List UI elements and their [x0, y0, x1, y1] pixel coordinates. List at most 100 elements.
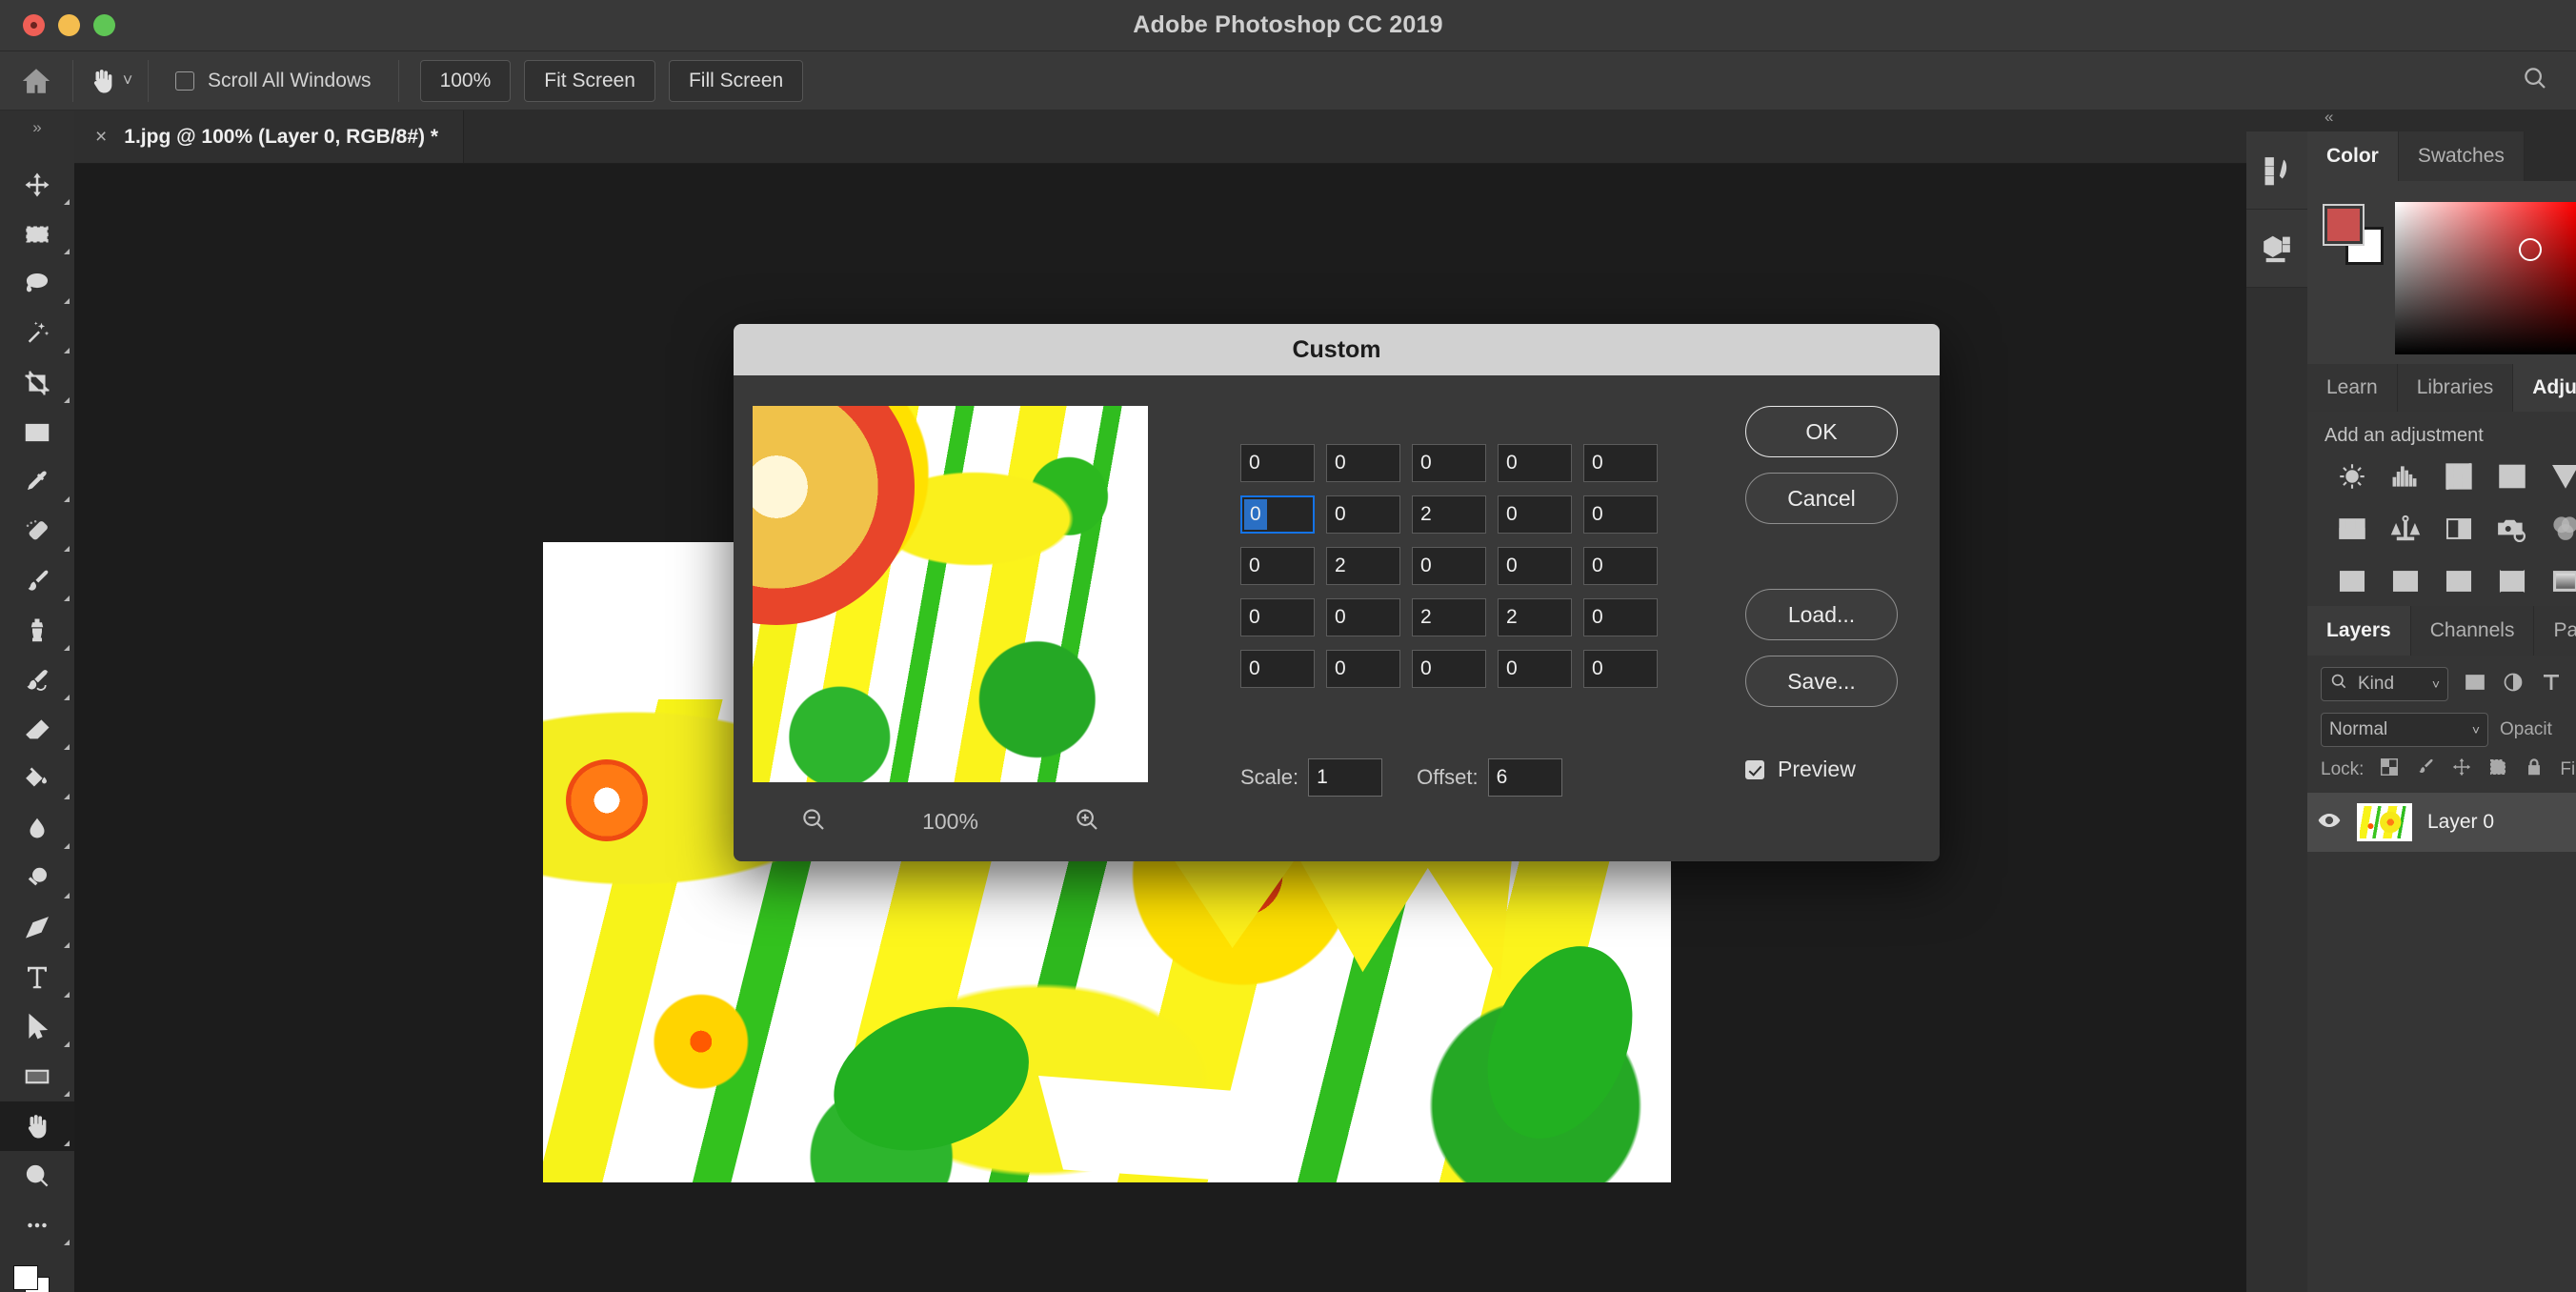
posterize-icon[interactable] — [2389, 565, 2422, 602]
custom-filter-dialog[interactable]: Custom 100% 0 0 0 0 0 0 0 2 0 0 0 2 0 0 … — [734, 324, 1940, 861]
load-button[interactable]: Load... — [1745, 589, 1898, 640]
zoom-in-icon[interactable] — [1073, 805, 1101, 838]
matrix-cell-4-1[interactable]: 0 — [1326, 650, 1400, 688]
photo-filter-icon[interactable] — [2496, 513, 2528, 550]
matrix-cell-1-3[interactable]: 0 — [1498, 495, 1572, 534]
matrix-cell-2-2[interactable]: 0 — [1412, 547, 1486, 585]
matrix-cell-2-3[interactable]: 0 — [1498, 547, 1572, 585]
tab-layers[interactable]: Layers — [2307, 606, 2411, 656]
invert-icon[interactable] — [2336, 565, 2368, 602]
layer-thumbnail[interactable] — [2357, 803, 2412, 841]
threshold-icon[interactable] — [2443, 565, 2475, 602]
eraser-tool[interactable] — [0, 705, 74, 755]
tab-learn[interactable]: Learn — [2307, 364, 2398, 412]
artboard-lock-icon[interactable] — [2487, 757, 2508, 783]
exposure-icon[interactable] — [2496, 460, 2528, 497]
scroll-all-windows-box[interactable] — [175, 71, 194, 91]
eyedropper-tool[interactable] — [0, 457, 74, 507]
brush-tool[interactable] — [0, 556, 74, 606]
clone-stamp-tool[interactable] — [0, 606, 74, 656]
channel-mixer-icon[interactable] — [2549, 513, 2576, 550]
active-tool-hand-icon[interactable]: ˅ — [73, 67, 148, 95]
vibrance-icon[interactable] — [2549, 460, 2576, 497]
matrix-cell-1-1[interactable]: 0 — [1326, 495, 1400, 534]
tab-channels[interactable]: Channels — [2410, 606, 2535, 656]
preview-checkbox[interactable]: Preview — [1745, 757, 1856, 782]
matrix-cell-2-4[interactable]: 0 — [1583, 547, 1658, 585]
tab-swatches[interactable]: Swatches — [2398, 131, 2525, 181]
matrix-cell-1-0[interactable]: 0 — [1240, 495, 1315, 534]
save-button[interactable]: Save... — [1745, 656, 1898, 707]
dodge-tool[interactable] — [0, 854, 74, 903]
rectangular-marquee-tool[interactable] — [0, 210, 74, 259]
matrix-cell-0-4[interactable]: 0 — [1583, 444, 1658, 482]
cancel-button[interactable]: Cancel — [1745, 473, 1898, 524]
matrix-cell-1-2[interactable]: 2 — [1412, 495, 1486, 534]
fit-screen-button[interactable]: Fit Screen — [524, 59, 655, 102]
fill-screen-button[interactable]: Fill Screen — [668, 59, 804, 102]
3d-panel-icon[interactable] — [2246, 210, 2307, 288]
black-white-icon[interactable] — [2443, 513, 2475, 550]
zoom-100-button[interactable]: 100% — [419, 59, 512, 102]
magic-wand-tool[interactable] — [0, 309, 74, 358]
curves-icon[interactable] — [2443, 460, 2475, 497]
scale-input[interactable]: 1 — [1308, 758, 1383, 797]
frame-tool[interactable] — [0, 408, 74, 457]
zoom-out-icon[interactable] — [799, 805, 828, 838]
tab-color[interactable]: Color — [2307, 131, 2399, 181]
color-field[interactable] — [2395, 202, 2576, 354]
crop-tool[interactable] — [0, 358, 74, 408]
healing-brush-tool[interactable] — [0, 507, 74, 556]
matrix-cell-3-4[interactable]: 0 — [1583, 598, 1658, 636]
hand-tool[interactable] — [0, 1101, 74, 1151]
edit-toolbar-ellipsis-icon[interactable] — [0, 1201, 74, 1250]
pen-tool[interactable] — [0, 903, 74, 953]
matrix-cell-0-0[interactable]: 0 — [1240, 444, 1315, 482]
tab-libraries[interactable]: Libraries — [2397, 364, 2514, 412]
matrix-cell-4-3[interactable]: 0 — [1498, 650, 1572, 688]
selective-color-icon[interactable] — [2549, 565, 2576, 602]
offset-input[interactable]: 6 — [1487, 758, 1562, 797]
blur-tool[interactable] — [0, 804, 74, 854]
paint-bucket-tool[interactable] — [0, 755, 74, 804]
matrix-cell-4-2[interactable]: 0 — [1412, 650, 1486, 688]
matrix-cell-4-0[interactable]: 0 — [1240, 650, 1315, 688]
tool-preset-chevron-icon[interactable]: ˅ — [123, 71, 133, 91]
ok-button[interactable]: OK — [1745, 406, 1898, 457]
preview-checkbox-box[interactable] — [1745, 759, 1764, 779]
collapse-panels-icon[interactable]: « — [2246, 103, 2576, 131]
matrix-cell-2-0[interactable]: 0 — [1240, 547, 1315, 585]
matrix-cell-4-4[interactable]: 0 — [1583, 650, 1658, 688]
foreground-color-swatch[interactable] — [13, 1265, 38, 1290]
matrix-cell-3-0[interactable]: 0 — [1240, 598, 1315, 636]
image-filter-icon[interactable] — [2464, 671, 2486, 698]
chevron-down-icon[interactable]: ˅ — [2472, 722, 2480, 737]
scroll-all-windows-checkbox[interactable]: Scroll All Windows — [149, 70, 398, 92]
type-filter-icon[interactable] — [2540, 671, 2563, 698]
home-icon[interactable] — [0, 65, 72, 97]
color-field-selector[interactable] — [2519, 238, 2542, 261]
position-lock-icon[interactable] — [2451, 757, 2472, 783]
eye-icon[interactable] — [2317, 808, 2342, 838]
color-panel-swatches[interactable] — [2323, 204, 2384, 265]
blend-mode-select[interactable]: Normal ˅ — [2321, 713, 2488, 747]
transparency-lock-icon[interactable] — [2379, 757, 2400, 783]
search-icon[interactable] — [2521, 64, 2549, 97]
move-tool[interactable] — [0, 160, 74, 210]
all-lock-icon[interactable] — [2524, 757, 2545, 783]
brightness-contrast-icon[interactable] — [2336, 460, 2368, 497]
tab-adjustments[interactable]: Adjustments — [2513, 364, 2576, 412]
zoom-tool[interactable] — [0, 1151, 74, 1201]
type-tool[interactable] — [0, 953, 74, 1002]
history-brush-tool[interactable] — [0, 656, 74, 705]
path-selection-tool[interactable] — [0, 1002, 74, 1052]
color-panel-foreground-swatch[interactable] — [2323, 204, 2365, 246]
color-balance-icon[interactable] — [2389, 513, 2422, 550]
gradient-map-icon[interactable] — [2496, 565, 2528, 602]
foreground-background-color-swatches[interactable] — [0, 1258, 74, 1292]
layer-kind-filter[interactable]: Kind ˅ — [2321, 667, 2448, 701]
matrix-cell-3-1[interactable]: 0 — [1326, 598, 1400, 636]
history-panel-icon[interactable] — [2246, 131, 2307, 210]
matrix-cell-2-1[interactable]: 2 — [1326, 547, 1400, 585]
matrix-cell-3-3[interactable]: 2 — [1498, 598, 1572, 636]
